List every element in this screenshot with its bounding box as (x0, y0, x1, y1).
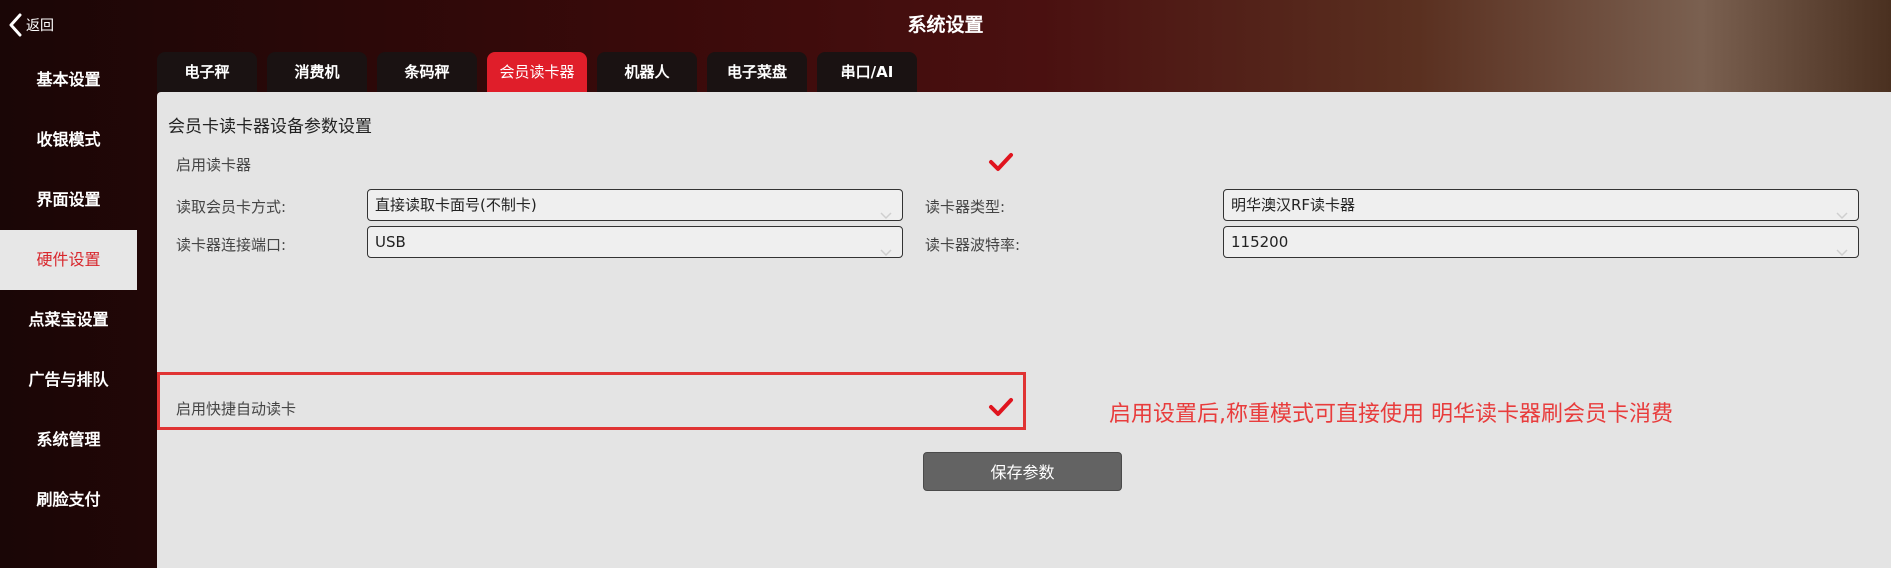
sidebar-item-ads-queue[interactable]: 广告与排队 (0, 350, 137, 410)
annotation-note: 启用设置后,称重模式可直接使用 明华读卡器刷会员卡消费 (1109, 402, 1673, 427)
read-method-label: 读取会员卡方式: (176, 198, 287, 216)
quick-read-check-icon[interactable] (988, 397, 1014, 417)
tab-serial-ai[interactable]: 串口/AI (817, 52, 917, 92)
tab-consumption-machine[interactable]: 消费机 (267, 52, 367, 92)
quick-read-label: 启用快捷自动读卡 (176, 400, 297, 418)
reader-port-value: USB (375, 233, 406, 251)
chevron-down-icon (1836, 237, 1848, 267)
reader-type-value: 明华澳汉RF读卡器 (1231, 196, 1356, 214)
baud-rate-label: 读卡器波特率: (925, 236, 1021, 254)
settings-panel: 会员卡读卡器设备参数设置 启用读卡器 读取会员卡方式: 直接读取卡面号(不制卡)… (157, 92, 1891, 568)
save-button[interactable]: 保存参数 (923, 452, 1122, 491)
section-title: 会员卡读卡器设备参数设置 (168, 117, 372, 137)
reader-port-label: 读卡器连接端口: (176, 236, 287, 254)
tab-electronic-scale[interactable]: 电子秤 (157, 52, 257, 92)
page-title: 系统设置 (907, 14, 984, 36)
baud-rate-value: 115200 (1231, 233, 1289, 251)
enable-reader-check-icon[interactable] (988, 152, 1014, 172)
sidebar-item-face-pay[interactable]: 刷脸支付 (0, 470, 137, 530)
enable-reader-label: 启用读卡器 (176, 156, 252, 174)
sidebar-item-basic[interactable]: 基本设置 (0, 50, 137, 110)
tab-member-card-reader[interactable]: 会员读卡器 (487, 52, 587, 92)
sidebar-item-cashier-mode[interactable]: 收银模式 (0, 110, 137, 170)
tab-barcode-scale[interactable]: 条码秤 (377, 52, 477, 92)
read-method-value: 直接读取卡面号(不制卡) (375, 196, 537, 214)
sidebar: 基本设置 收银模式 界面设置 硬件设置 点菜宝设置 广告与排队 系统管理 刷脸支… (0, 50, 137, 568)
sidebar-item-system-management[interactable]: 系统管理 (0, 410, 137, 470)
baud-rate-select[interactable]: 115200 (1223, 226, 1859, 258)
sidebar-item-interface[interactable]: 界面设置 (0, 170, 137, 230)
top-bar: 返回 系统设置 (0, 0, 1891, 50)
tab-robot[interactable]: 机器人 (597, 52, 697, 92)
hardware-tabs: 电子秤 消费机 条码秤 会员读卡器 机器人 电子菜盘 串口/AI (157, 50, 927, 92)
sidebar-item-ordering-device[interactable]: 点菜宝设置 (0, 290, 137, 350)
tab-electronic-plate[interactable]: 电子菜盘 (707, 52, 807, 92)
reader-type-select[interactable]: 明华澳汉RF读卡器 (1223, 189, 1859, 221)
reader-port-select[interactable]: USB (367, 226, 903, 258)
reader-type-label: 读卡器类型: (925, 198, 1006, 216)
chevron-down-icon (880, 237, 892, 267)
read-method-select[interactable]: 直接读取卡面号(不制卡) (367, 189, 903, 221)
sidebar-item-hardware[interactable]: 硬件设置 (0, 230, 137, 290)
